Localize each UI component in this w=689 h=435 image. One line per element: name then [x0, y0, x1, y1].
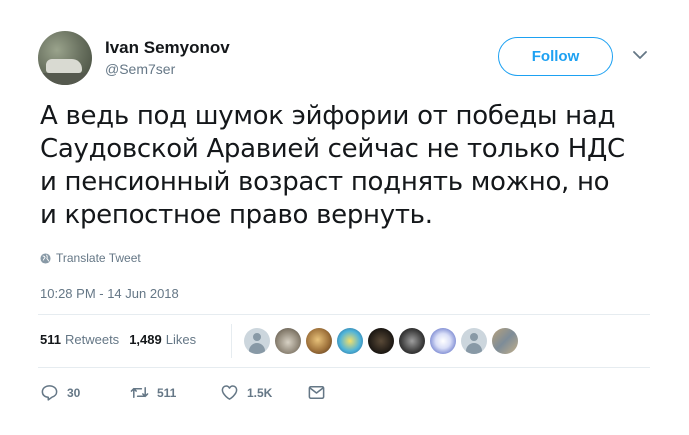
- liker-avatar[interactable]: [275, 328, 301, 354]
- tweet-actions: 30 511 1.5K: [40, 383, 326, 402]
- retweet-action[interactable]: 511: [130, 383, 220, 402]
- chevron-down-icon[interactable]: [632, 48, 648, 62]
- liker-avatar[interactable]: [492, 328, 518, 354]
- like-action[interactable]: 1.5K: [220, 383, 307, 402]
- direct-message-action[interactable]: [307, 383, 326, 402]
- liker-avatar[interactable]: [244, 328, 270, 354]
- stats-separator: [231, 324, 232, 358]
- timestamp[interactable]: 10:28 PM - 14 Jun 2018: [40, 286, 179, 301]
- retweet-count: 511: [157, 385, 177, 400]
- translate-label[interactable]: Translate Tweet: [56, 251, 141, 265]
- liker-avatar[interactable]: [399, 328, 425, 354]
- follow-button[interactable]: Follow: [498, 37, 613, 76]
- likers-avatars: [244, 328, 518, 354]
- retweets-count: 511: [40, 332, 61, 347]
- message-icon: [308, 386, 325, 399]
- retweets-label: Retweets: [64, 332, 120, 347]
- likes-count: 1,489: [129, 332, 162, 347]
- likes-label: Likes: [165, 332, 197, 347]
- reply-action[interactable]: 30: [40, 383, 130, 402]
- heart-icon: [221, 385, 238, 400]
- liker-avatar[interactable]: [306, 328, 332, 354]
- liker-avatar[interactable]: [430, 328, 456, 354]
- retweets-stat[interactable]: 511 Retweets: [40, 332, 119, 347]
- tweet-stats: 511 Retweets 1,489 Likes: [40, 332, 206, 347]
- liker-avatar[interactable]: [337, 328, 363, 354]
- globe-icon: [40, 252, 51, 264]
- avatar[interactable]: [38, 31, 92, 85]
- like-count: 1.5K: [247, 385, 273, 400]
- user-name[interactable]: Ivan Semyonov: [105, 38, 230, 58]
- reply-count: 30: [67, 385, 81, 400]
- divider: [38, 314, 650, 315]
- likes-stat[interactable]: 1,489 Likes: [129, 332, 196, 347]
- liker-avatar[interactable]: [368, 328, 394, 354]
- tweet-line: Саудовской Аравией сейчас не только НДС: [40, 134, 625, 164]
- tweet-line: А ведь под шумок эйфории от победы над: [40, 101, 616, 131]
- tweet-line: и пенсионный возраст поднять можно, но: [40, 167, 610, 197]
- tweet-line: и крепостное право вернуть.: [40, 200, 433, 230]
- liker-avatar[interactable]: [461, 328, 487, 354]
- divider: [38, 367, 650, 368]
- reply-icon: [41, 385, 58, 401]
- translate-tweet-link[interactable]: Translate Tweet: [40, 251, 141, 265]
- retweet-icon: [130, 386, 149, 399]
- user-handle[interactable]: @Sem7ser: [105, 61, 175, 77]
- tweet-text: А ведь под шумок эйфории от победы над С…: [40, 100, 670, 232]
